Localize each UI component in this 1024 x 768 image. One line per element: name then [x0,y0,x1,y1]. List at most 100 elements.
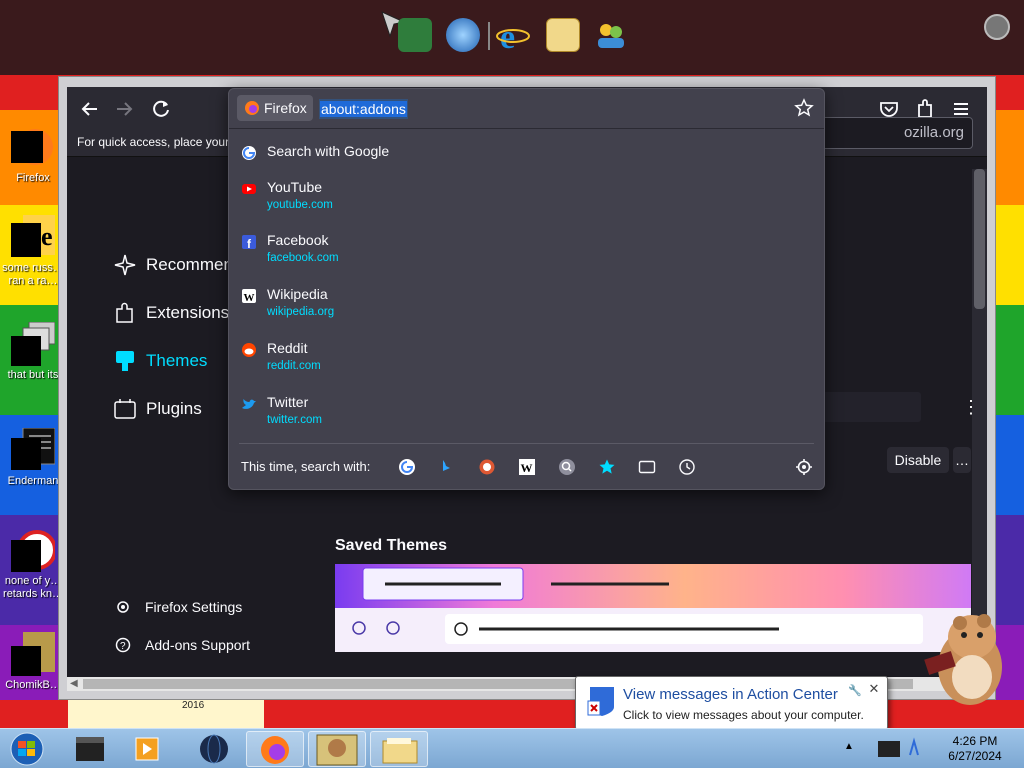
desktop-icon-label: ChomikB… [5,679,61,691]
internet-explorer-icon[interactable]: e [496,18,530,56]
one-off-search-label: This time, search with: [241,459,371,474]
bookmarks-hint: For quick access, place your b [77,135,240,149]
desktop-icon-label: that but its [7,369,59,381]
gear-icon [117,601,129,613]
desktop-icon-doc2[interactable]: that but its [0,321,66,382]
reload-button[interactable] [149,97,173,121]
search-icon[interactable] [558,458,576,476]
wikipedia-icon[interactable]: W [518,458,536,476]
document-icon: e [11,215,55,259]
scroll-thumb[interactable] [974,169,985,309]
google-icon[interactable] [398,458,416,476]
taskbar-explorer[interactable] [370,731,428,767]
dock-users-icon[interactable] [594,18,628,52]
desktop-icon-doc1[interactable]: e some russ… ran a ra… [0,215,66,288]
suggestion-row[interactable]: YouTube youtube.com [239,179,814,219]
disable-button[interactable]: Disable [887,447,949,473]
stray-label: 2016 [182,700,205,711]
notification-title: View messages in Action Center [623,686,838,703]
forward-arrow-icon [117,102,133,116]
search-google-row[interactable]: Search with Google [239,143,814,183]
reddit-icon [242,343,256,357]
urlbar[interactable]: Firefox about:addons [229,89,824,129]
identity-box[interactable]: Firefox [237,95,313,121]
theme-options-icon[interactable]: ⋮ [962,392,980,422]
suggestion-row[interactable]: Reddit reddit.com [239,340,814,380]
firefox-icon [11,125,55,169]
category-label: Recommen [146,255,233,274]
folder-icon [382,738,418,764]
back-button[interactable] [77,97,101,121]
dock-divider [488,22,490,50]
category-label: Extensions [146,303,230,322]
google-icon [242,146,256,160]
duckduckgo-icon[interactable] [478,458,496,476]
desktop-icon-firefox[interactable]: Firefox [0,125,66,185]
svg-text:W: W [244,292,255,304]
desktop-icon-doc3[interactable]: none of y… retards kn… [0,528,66,601]
url-input[interactable]: about:addons [319,99,408,119]
tabs-icon[interactable] [638,458,656,476]
taskbar-chomik-box[interactable] [308,731,366,767]
sparkle-icon [114,254,136,276]
firefox-logo-icon [245,101,259,115]
help-icon: ? [115,637,131,653]
clock-time: 4:26 PM [952,734,998,748]
puzzle-icon [116,302,133,323]
category-label: Themes [146,351,208,370]
dock-app-green-icon[interactable] [398,18,432,52]
show-hidden-icons-button[interactable]: ▲ [844,741,856,755]
bookmarks-icon[interactable] [598,458,616,476]
taskbar-globe-app[interactable] [186,731,244,767]
taskbar-app-box[interactable] [62,731,120,767]
reload-icon [153,100,169,117]
tray-network-icon [909,737,919,756]
category-label: Plugins [146,399,202,418]
tray-box-icon [878,741,900,757]
desktop-icon-chomik[interactable]: ChomikB… [0,632,66,692]
footer-label: Firefox Settings [145,599,243,615]
facebook-icon: f [242,235,256,250]
suggestion-row[interactable]: W Wikipedia wikipedia.org [239,286,814,326]
desktop-icon-label: none of y… retards kn… [3,575,63,600]
theme-preview[interactable] [335,564,971,652]
dock-globe-icon[interactable] [446,18,480,52]
suggestion-row[interactable]: f Facebook facebook.com [239,232,814,272]
history-icon[interactable] [678,458,696,476]
hamster-box-icon [316,734,358,766]
search-google-label: Search with Google [267,143,390,159]
svg-text:?: ? [120,641,126,652]
dock-mail-icon[interactable] [546,18,580,52]
suggestion-row[interactable]: Twitter twitter.com [239,394,814,434]
hamster-box-icon [11,632,55,676]
more-options-button[interactable]: … [953,447,971,473]
suggestion-title: Facebook [267,232,329,248]
taskbar-clock[interactable]: 4:26 PM 6/27/2024 [940,734,1010,764]
notification-close-button[interactable]: ✕ [867,682,881,696]
suggestion-url: wikipedia.org [267,306,335,318]
action-center-notification[interactable]: View messages in Action Center Click to … [575,676,888,730]
bing-icon[interactable] [438,458,456,476]
wrench-icon[interactable]: 🔧 [848,684,862,697]
scroll-left-icon[interactable]: ◀ [70,678,78,689]
desktop-icon-enderman[interactable]: Enderman [0,427,66,488]
search-settings-gear-icon[interactable] [795,458,813,476]
bookmark-star-icon[interactable] [794,98,814,118]
forward-button[interactable] [113,97,137,121]
circle-app-icon [11,528,57,572]
windows-logo-icon [10,732,44,766]
taskbar-media-player[interactable] [120,731,178,767]
suggestion-title: Twitter [267,394,309,410]
clock-date: 6/27/2024 [948,749,1002,763]
action-center-flag-icon [587,687,614,716]
urlbar-dropdown: Firefox about:addons Search with Google … [228,88,825,490]
suggestion-url: reddit.com [267,360,321,372]
svg-text:W: W [521,461,533,475]
vertical-scrollbar[interactable] [972,169,987,679]
start-button[interactable] [6,731,48,767]
firefox-icon [261,736,289,764]
terminal-icon [11,427,56,472]
taskbar-firefox[interactable] [246,731,304,767]
hamster-mascot[interactable] [920,605,1010,710]
top-right-menu-icon[interactable] [984,14,1010,40]
